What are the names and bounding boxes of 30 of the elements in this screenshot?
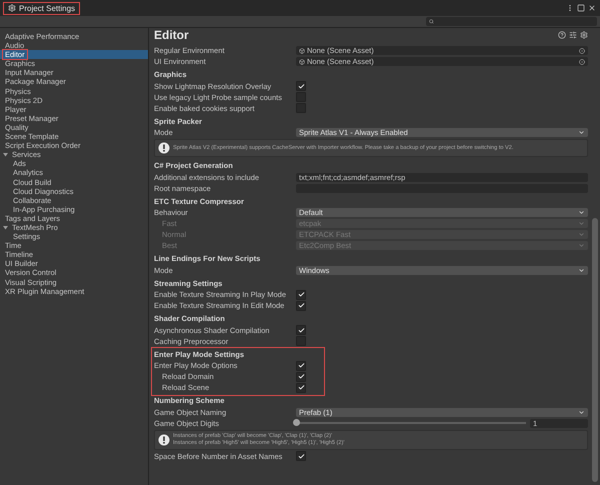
cube-icon bbox=[299, 48, 305, 54]
checkbox[interactable] bbox=[296, 290, 306, 300]
checkbox[interactable] bbox=[296, 382, 306, 392]
checkbox[interactable] bbox=[296, 336, 306, 346]
cube-icon bbox=[299, 58, 305, 64]
warning-icon bbox=[158, 142, 170, 154]
warning-icon bbox=[158, 434, 170, 446]
checkbox[interactable] bbox=[296, 325, 306, 335]
help-icon[interactable] bbox=[558, 31, 566, 39]
checkbox[interactable] bbox=[296, 360, 306, 370]
search-field[interactable] bbox=[426, 17, 597, 26]
checkbox[interactable] bbox=[296, 451, 306, 461]
expanded-arrow-icon[interactable] bbox=[3, 225, 8, 230]
slider-thumb[interactable] bbox=[293, 419, 300, 426]
gear-icon bbox=[8, 4, 16, 12]
expanded-arrow-icon[interactable] bbox=[3, 152, 8, 158]
presets-icon[interactable] bbox=[569, 31, 577, 39]
close-icon[interactable] bbox=[588, 4, 596, 12]
window-title: Project Settings bbox=[19, 4, 76, 12]
checkbox[interactable] bbox=[296, 300, 306, 310]
checkbox[interactable] bbox=[296, 372, 306, 382]
chevron-down-icon bbox=[578, 266, 585, 274]
settings-icon[interactable] bbox=[580, 31, 588, 39]
search-icon bbox=[429, 19, 434, 24]
maximize-icon[interactable] bbox=[577, 4, 585, 12]
window-tab[interactable]: Project Settings bbox=[4, 2, 80, 14]
panel-title: Editor bbox=[154, 28, 189, 42]
chevron-down-icon bbox=[578, 408, 585, 416]
checkbox[interactable] bbox=[296, 81, 306, 91]
chevron-down-icon bbox=[578, 129, 585, 136]
